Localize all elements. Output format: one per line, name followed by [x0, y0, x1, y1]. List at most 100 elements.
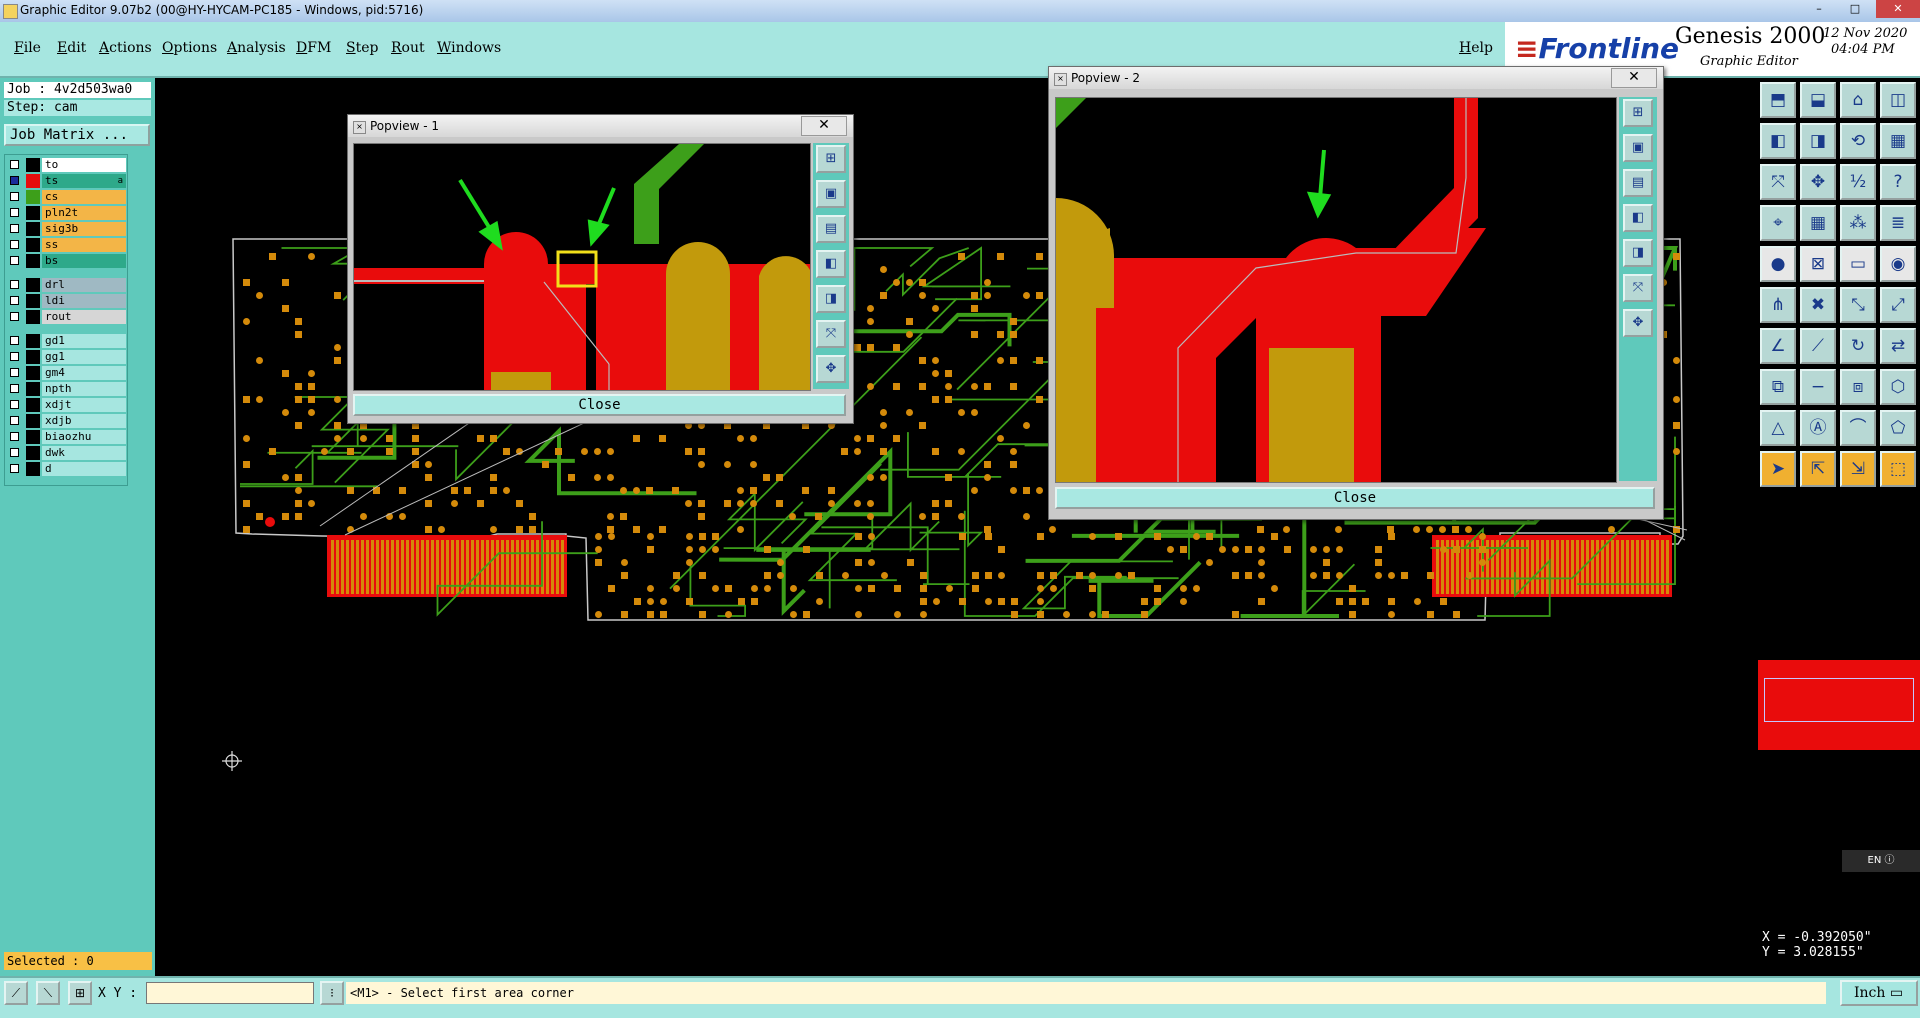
draw-mode-icon[interactable]: ⟋ — [4, 981, 28, 1005]
layer-color-swatch[interactable] — [26, 254, 40, 268]
layer-color-swatch[interactable] — [26, 398, 40, 412]
layer-checkbox[interactable] — [10, 336, 19, 345]
flip-icon[interactable]: ⇄ — [1880, 328, 1916, 364]
fit-window-icon[interactable]: ◫ — [1880, 82, 1916, 118]
units-selector[interactable]: Inch ▭ — [1840, 980, 1918, 1006]
layer-name[interactable]: gm4 — [42, 366, 126, 380]
select-icon[interactable]: ⇱ — [1800, 451, 1836, 487]
popview-center-icon[interactable]: ✥ — [1623, 309, 1653, 337]
minimize-button[interactable]: – — [1806, 0, 1832, 18]
xy-input[interactable] — [146, 982, 314, 1004]
layer-color-swatch[interactable] — [26, 350, 40, 364]
menu-analysis[interactable]: Analysis — [227, 40, 286, 56]
layer-checkbox[interactable] — [10, 240, 19, 249]
move-icon[interactable]: ⋔ — [1760, 287, 1796, 323]
zoom-area-icon[interactable]: ▦ — [1880, 123, 1916, 159]
layer-row-xdjb[interactable]: xdjb — [7, 414, 127, 428]
triangle-a-icon[interactable]: △ — [1760, 410, 1796, 446]
layer-name[interactable]: pln2t — [42, 206, 126, 220]
layer-name[interactable]: bs — [42, 254, 126, 268]
layer-checkbox[interactable] — [10, 368, 19, 377]
node-icon[interactable]: ⬡ — [1880, 369, 1916, 405]
layer-row-gm4[interactable]: gm4 — [7, 366, 127, 380]
layer-checkbox[interactable] — [10, 176, 19, 185]
popview-right-icon[interactable]: ◨ — [1623, 239, 1653, 267]
layer-name[interactable]: gg1 — [42, 350, 126, 364]
minus-icon[interactable]: − — [1800, 369, 1836, 405]
grid-mode-icon[interactable]: ⊞ — [68, 981, 92, 1005]
popview-2-viewport[interactable] — [1055, 97, 1617, 483]
layer-checkbox[interactable] — [10, 224, 19, 233]
popview-right-icon[interactable]: ◨ — [816, 285, 846, 313]
layer-color-swatch[interactable] — [26, 366, 40, 380]
arc-icon[interactable]: ⌒ — [1840, 410, 1876, 446]
job-matrix-button[interactable]: Job Matrix ... — [4, 124, 150, 146]
popview-center-icon[interactable]: ✥ — [816, 355, 846, 383]
layer-color-swatch[interactable] — [26, 382, 40, 396]
fit-all-icon[interactable]: ⤧ — [1760, 164, 1796, 200]
layer-row-ldi[interactable]: ldi — [7, 294, 127, 308]
home-icon[interactable]: ⌂ — [1840, 82, 1876, 118]
layer-row-d[interactable]: d — [7, 462, 127, 476]
popview-2-close-x[interactable]: ✕ — [1611, 68, 1657, 88]
layer-row-drl[interactable]: drl — [7, 278, 127, 292]
layer-name[interactable]: rout — [42, 310, 126, 324]
popview-fit-icon[interactable]: ⤧ — [816, 320, 846, 348]
layer-row-dwk[interactable]: dwk — [7, 446, 127, 460]
layer-checkbox[interactable] — [10, 432, 19, 441]
menu-edit[interactable]: Edit — [57, 40, 86, 56]
layer-color-swatch[interactable] — [26, 158, 40, 172]
popview-1-close-x[interactable]: ✕ — [801, 116, 847, 136]
maximize-button[interactable]: □ — [1842, 0, 1868, 18]
layer-name[interactable]: ldi — [42, 294, 126, 308]
menu-file[interactable]: File — [14, 40, 41, 56]
help-icon[interactable]: ? — [1880, 164, 1916, 200]
scale-1-2-icon[interactable]: ½ — [1840, 164, 1876, 200]
layer-row-bs[interactable]: bs — [7, 254, 127, 268]
layer-row-rout[interactable]: rout — [7, 310, 127, 324]
layer-color-swatch[interactable] — [26, 414, 40, 428]
layer-color-swatch[interactable] — [26, 190, 40, 204]
layer-name[interactable]: tsa — [42, 174, 126, 188]
layer-name[interactable]: biaozhu — [42, 430, 126, 444]
layer-row-gg1[interactable]: gg1 — [7, 350, 127, 364]
popview-2-close-button[interactable]: Close — [1055, 487, 1655, 509]
layer-color-swatch[interactable] — [26, 310, 40, 324]
layer-checkbox[interactable] — [10, 208, 19, 217]
popview-zoom-in-icon[interactable]: ⊞ — [816, 145, 846, 173]
mode-toggle-icon[interactable]: ⁝ — [320, 981, 344, 1005]
pointer-icon[interactable]: ➤ — [1760, 451, 1796, 487]
pad-icon[interactable]: ● — [1760, 246, 1796, 282]
layer-checkbox[interactable] — [10, 448, 19, 457]
popview-left-icon[interactable]: ◧ — [816, 250, 846, 278]
layer-color-swatch[interactable] — [26, 174, 40, 188]
link-icon[interactable]: ⤢ — [1880, 287, 1916, 323]
layer-row-cs[interactable]: cs — [7, 190, 127, 204]
layer-color-swatch[interactable] — [26, 446, 40, 460]
layer-checkbox[interactable] — [10, 160, 19, 169]
menu-rout[interactable]: Rout — [391, 40, 425, 56]
layer-name[interactable]: ss — [42, 238, 126, 252]
popview-1-titlebar[interactable]: × Popview - 1 ✕ — [348, 115, 853, 137]
popview-bottom-icon[interactable]: ▤ — [816, 215, 846, 243]
layer-checkbox[interactable] — [10, 280, 19, 289]
menu-actions[interactable]: Actions — [99, 40, 152, 56]
ruler-icon[interactable]: ▭ — [1840, 246, 1876, 282]
popview-1-close-button[interactable]: Close — [353, 394, 846, 416]
copy-icon[interactable]: ⧉ — [1760, 369, 1796, 405]
layer-name[interactable]: to — [42, 158, 126, 172]
layer-checkbox[interactable] — [10, 384, 19, 393]
zoom-in-icon[interactable]: ⬓ — [1800, 82, 1836, 118]
slash-mode-icon[interactable]: ⟍ — [36, 981, 60, 1005]
layer-color-swatch[interactable] — [26, 278, 40, 292]
select-area-icon[interactable]: ⬚ — [1880, 451, 1916, 487]
delete-icon[interactable]: ⊠ — [1800, 246, 1836, 282]
connect-icon[interactable]: ⤡ — [1840, 287, 1876, 323]
menu-help[interactable]: Help — [1459, 40, 1493, 56]
layer-color-swatch[interactable] — [26, 430, 40, 444]
layer-row-ss[interactable]: ss — [7, 238, 127, 252]
line-icon[interactable]: ∠ — [1760, 328, 1796, 364]
frame-icon[interactable]: ⧈ — [1840, 369, 1876, 405]
layer-row-to[interactable]: to — [7, 158, 127, 172]
pan-right-icon[interactable]: ◨ — [1800, 123, 1836, 159]
